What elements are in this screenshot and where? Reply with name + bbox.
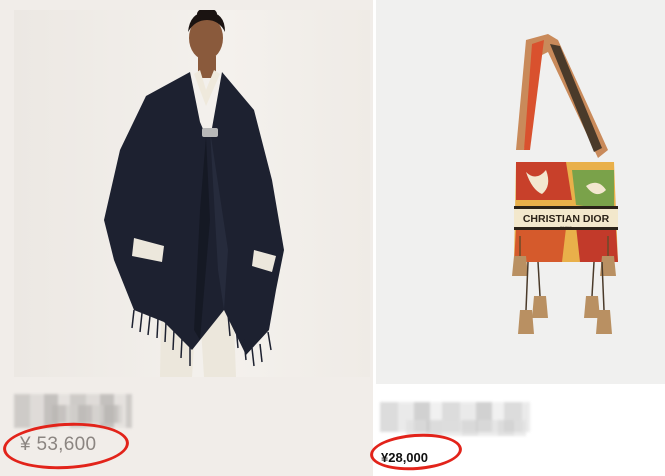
product-image-bag[interactable]: CHRISTIAN DIOR PARIS — [376, 0, 665, 384]
cape-illustration — [104, 10, 284, 377]
product-card-bag[interactable]: CHRISTIAN DIOR PARIS ¥28,000 — [376, 0, 665, 476]
product-card-cape[interactable]: ¥ 53,600 — [0, 0, 373, 476]
product-price: ¥ 53,600 — [20, 434, 97, 455]
bag-brand-text: CHRISTIAN DIOR — [523, 213, 610, 225]
bag-illustration: CHRISTIAN DIOR PARIS — [512, 34, 618, 334]
product-name-obscured-line2 — [52, 405, 122, 423]
product-name-obscured-line2 — [406, 420, 526, 436]
product-price: ¥28,000 — [381, 450, 428, 465]
bag-sub-text: PARIS — [560, 225, 572, 230]
product-image-cape[interactable] — [14, 10, 370, 377]
